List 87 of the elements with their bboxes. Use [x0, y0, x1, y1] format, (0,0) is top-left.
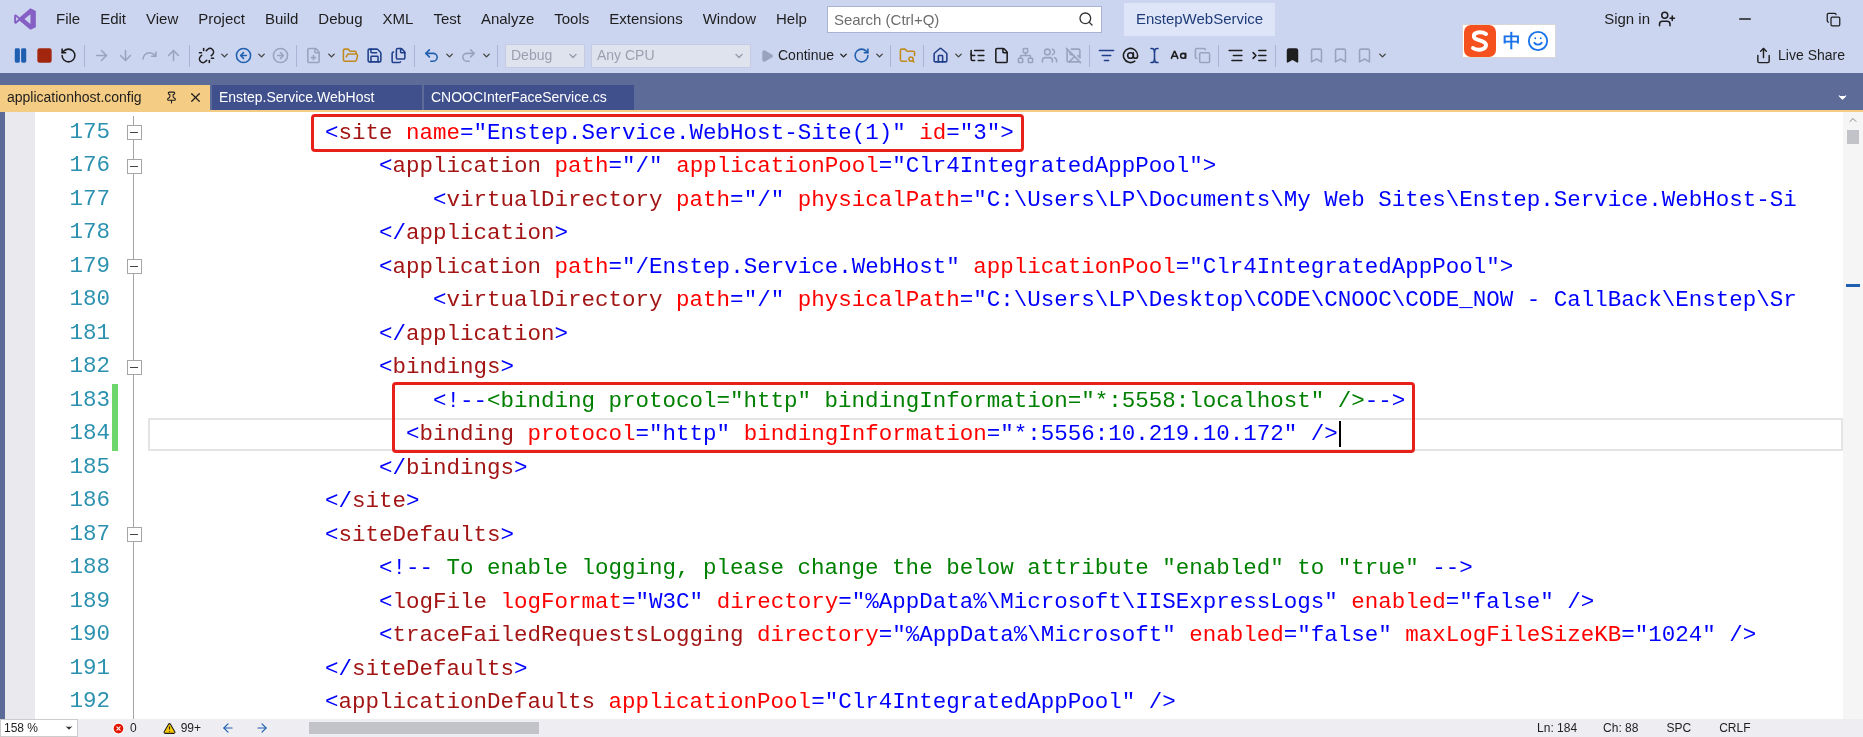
menu-item[interactable]: Test	[423, 8, 471, 31]
line-number: 178	[68, 218, 110, 248]
line-number: 177	[68, 184, 110, 214]
menu-item[interactable]: Extensions	[599, 8, 693, 31]
forward-icon[interactable]	[255, 721, 270, 735]
collapse-toggle[interactable]	[126, 259, 142, 275]
code-line: </application>	[378, 219, 569, 249]
line-ending-indicator: CRLF	[1719, 720, 1751, 737]
text-caret	[1338, 421, 1341, 448]
menu-item[interactable]: View	[136, 8, 189, 31]
menu-item[interactable]: Help	[766, 8, 817, 31]
whitespace-indicator: SPC	[1666, 720, 1692, 737]
back-icon[interactable]	[221, 721, 236, 735]
line-number: 192	[68, 687, 110, 717]
code-line: <binding protocol="http" bindingInformation="*:5556:10.219.10.172" />	[405, 420, 1338, 450]
smiley-icon[interactable]	[1527, 30, 1549, 52]
search-field[interactable]: Search (Ctrl+Q)	[826, 5, 1102, 33]
line-number: 179	[68, 251, 110, 281]
column-indicator: Ch: 88	[1603, 720, 1639, 737]
code-line: <virtualDirectory path="/" physicalPath="C:\Users\LP\Desktop\CODE\CNOOC\CODE_NOW - CallBack\Enstep\Sr	[432, 286, 1797, 316]
line-number: 189	[68, 586, 110, 616]
play-icon	[760, 48, 774, 63]
code-line: <virtualDirectory path="/" physicalPath="C:\Users\LP\Documents\My Web Sites\Enstep.Service.WebHost-Si	[432, 185, 1797, 215]
code-line: <application path="/Enstep.Service.WebHost" applicationPool="Clr4IntegratedAppPool">	[378, 252, 1514, 282]
document-tab[interactable]: applicationhost.config	[0, 85, 210, 111]
sign-in-link[interactable]: Sign in	[1604, 8, 1650, 31]
menu-item[interactable]: Debug	[308, 8, 373, 31]
user-add-icon[interactable]	[1658, 10, 1676, 29]
warning-icon[interactable]	[162, 721, 176, 735]
warning-count[interactable]: 99+	[180, 719, 202, 737]
solution-name: EnstepWebService	[1123, 3, 1276, 36]
scrollbar-thumb[interactable]	[1847, 130, 1859, 144]
collapse-toggle[interactable]	[126, 359, 142, 375]
line-number: 186	[68, 486, 110, 516]
line-number: 183	[68, 385, 110, 415]
error-count[interactable]: 0	[130, 719, 137, 737]
line-number: 187	[68, 519, 110, 549]
code-line: <site name="Enstep.Service.WebHost-Site(1)" id="3">	[324, 118, 1014, 148]
line-number: 176	[68, 151, 110, 181]
menu-item[interactable]: Tools	[544, 8, 600, 31]
collapse-toggle[interactable]	[126, 125, 142, 141]
menu-item[interactable]: File	[46, 8, 91, 31]
live-share-button[interactable]: Live Share	[1755, 45, 1845, 67]
code-line: </bindings>	[378, 453, 528, 483]
document-tab[interactable]: Enstep.Service.WebHost	[212, 85, 422, 111]
continue-button[interactable]: Continue	[760, 45, 850, 67]
share-icon	[1755, 47, 1773, 65]
menu-item[interactable]: Analyze	[470, 8, 545, 31]
line-number: 180	[68, 285, 110, 315]
line-number: 182	[68, 352, 110, 382]
collapse-toggle[interactable]	[126, 527, 142, 543]
line-number: 184	[68, 419, 110, 449]
line-indicator: Ln: 184	[1537, 720, 1578, 737]
code-line: <application path="/" applicationPool="Clr4IntegratedAppPool">	[378, 152, 1217, 182]
line-number: 191	[68, 653, 110, 683]
code-line: <!-- To enable logging, please change the below attribute "enabled" to "true" -->	[378, 554, 1473, 584]
collapse-toggle[interactable]	[126, 158, 142, 174]
document-tab[interactable]: CNOOCInterFaceService.cs	[424, 85, 634, 111]
menu-item[interactable]: XML	[372, 8, 424, 31]
code-line: <siteDefaults>	[324, 520, 515, 550]
menu-item[interactable]: Build	[254, 8, 309, 31]
caret-icon	[64, 723, 74, 733]
error-icon[interactable]	[112, 721, 125, 735]
code-line: <bindings>	[378, 353, 515, 383]
code-line: <!--<binding protocol="http" bindingInformation="*:5558:localhost" />-->	[432, 386, 1406, 416]
line-number: 181	[68, 318, 110, 348]
vertical-scrollbar[interactable]	[1843, 112, 1863, 719]
zoom-dropdown[interactable]: 158 %	[0, 719, 78, 737]
search-icon	[1077, 11, 1094, 28]
code-line: <traceFailedRequestsLogging directory="%AppData%\Microsoft" enabled="false" maxLogFileSizeKB="1024" />	[378, 621, 1757, 651]
pin-icon[interactable]	[165, 91, 178, 105]
code-line: </application>	[378, 319, 569, 349]
menu-item[interactable]: Window	[692, 8, 767, 31]
code-line: <logFile logFormat="W3C" directory="%AppData%\Microsoft\IISExpressLogs" enabled="false" />	[378, 587, 1595, 617]
ime-mode[interactable]: 中	[1503, 27, 1521, 55]
line-number: 175	[68, 117, 110, 147]
scroll-marker	[1846, 284, 1860, 287]
code-line: </siteDefaults>	[324, 654, 528, 684]
line-number: 190	[68, 620, 110, 650]
menu-item[interactable]: Edit	[90, 8, 137, 31]
menu-item[interactable]: Project	[188, 8, 255, 31]
code-line: <applicationDefaults applicationPool="Clr4IntegratedAppPool" />	[324, 688, 1176, 718]
code-line: </site>	[324, 487, 420, 517]
restore-icon[interactable]	[1826, 11, 1841, 27]
app-logo-icon	[12, 6, 38, 33]
line-number: 185	[68, 452, 110, 482]
line-number: 188	[68, 553, 110, 583]
